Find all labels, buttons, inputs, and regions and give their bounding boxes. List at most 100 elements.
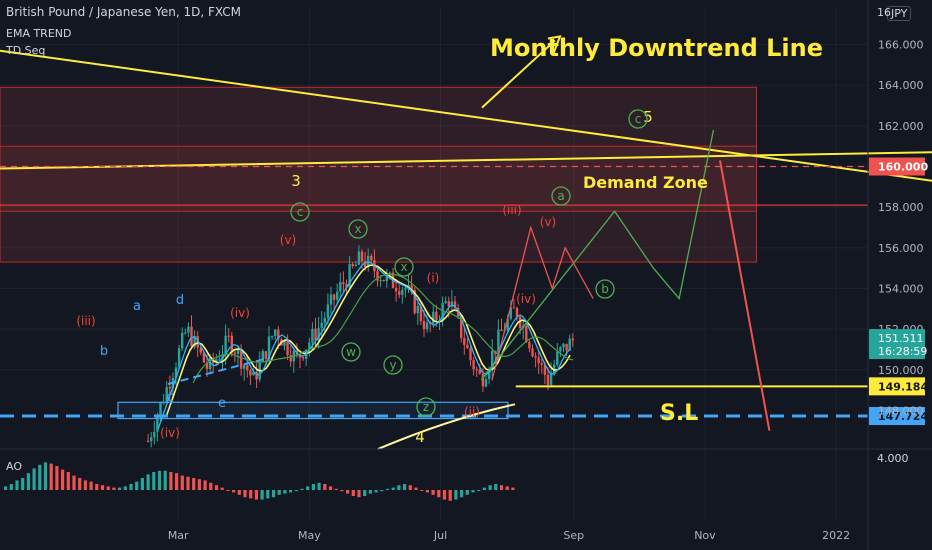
x-tick-label: Jul: [433, 529, 447, 542]
ao-bar: [72, 475, 76, 490]
ao-bar: [499, 485, 504, 490]
price-label-partial: 148.000: [878, 404, 924, 417]
candle-body: [466, 344, 469, 349]
candle-body: [354, 264, 357, 267]
candle-body: [534, 356, 537, 358]
ao-bar: [323, 484, 327, 490]
wave-label: z: [423, 400, 429, 414]
candle-body: [190, 326, 193, 347]
ao-bar: [425, 490, 429, 493]
wave-label: x: [354, 222, 361, 236]
ao-bar: [49, 463, 53, 490]
ao-bar: [55, 466, 59, 490]
wave-label: d: [176, 293, 184, 308]
ao-bar: [135, 481, 139, 490]
ao-bar: [4, 486, 8, 490]
wave-label: (iv): [160, 426, 180, 440]
ao-bar: [311, 484, 315, 490]
ao-bar: [15, 480, 19, 490]
ao-bar: [95, 484, 99, 490]
ao-bar: [26, 473, 30, 490]
chart-stage[interactable]: Monthly Downtrend Line Demand Zone S.L 3 4 5 (…: [0, 0, 932, 550]
candle-body: [274, 329, 277, 336]
ao-bar: [482, 487, 486, 490]
ao-bar: [260, 490, 264, 500]
wave-label: w: [346, 345, 356, 359]
monthly-downtrend-label: Monthly Downtrend Line: [490, 34, 823, 62]
candle-body: [370, 255, 373, 261]
candle-body: [339, 282, 342, 292]
wave-label: e: [218, 396, 226, 411]
ao-bar: [237, 490, 241, 495]
candle-body: [540, 363, 543, 365]
ao-bar: [277, 490, 281, 495]
candle-body: [379, 279, 382, 281]
wave-label: (v): [540, 215, 556, 229]
ao-bar: [226, 490, 230, 491]
ao-bar: [21, 478, 25, 490]
ao-bar: [351, 490, 355, 496]
wave-label: a: [557, 189, 564, 203]
x-tick-label: Sep: [563, 529, 584, 542]
candle-body: [475, 369, 478, 371]
candle-body: [382, 279, 385, 281]
candle-body: [463, 338, 466, 345]
ao-bar: [357, 490, 361, 498]
x-tick-label: May: [298, 529, 321, 542]
demand-zone-label: Demand Zone: [583, 173, 708, 192]
y-tick-label: 154.000: [878, 282, 924, 295]
candle-body: [146, 440, 150, 442]
ao-bar: [192, 478, 196, 490]
ao-bar: [505, 486, 509, 490]
ao-bar: [61, 469, 65, 490]
ao-bar: [283, 490, 287, 494]
ao-bar: [9, 484, 13, 490]
ao-bar: [43, 462, 48, 490]
ao-bar: [340, 490, 344, 492]
ao-bar: [346, 490, 350, 494]
x-tick-label: Mar: [168, 529, 189, 542]
ao-bar: [232, 490, 236, 493]
candle-body: [320, 322, 323, 328]
candle-body: [243, 365, 246, 369]
ao-bar: [431, 490, 435, 495]
candle-body: [181, 332, 184, 349]
ao-bar: [294, 490, 298, 492]
ao-bar: [83, 480, 87, 490]
ao-bar: [437, 490, 441, 498]
candle-body: [360, 251, 364, 262]
ao-bar: [175, 473, 179, 490]
wave-label: b: [601, 282, 609, 296]
y-tick-label: 166.000: [878, 39, 924, 52]
candle-body: [230, 335, 233, 353]
ao-bar: [477, 490, 481, 491]
price-label-160: 160.000: [878, 161, 928, 174]
indicator-td-seq[interactable]: TD Seq: [6, 44, 45, 57]
blue-box: [117, 401, 509, 420]
candle-body: [512, 307, 516, 309]
candle-body: [336, 291, 339, 300]
candle-body: [484, 379, 488, 387]
ao-bar: [454, 490, 458, 500]
candle-body: [286, 340, 289, 356]
ao-bar: [385, 488, 390, 490]
price-chart[interactable]: Monthly Downtrend Line Demand Zone S.L 3 4 5 (…: [0, 0, 932, 550]
candle-body: [469, 348, 472, 361]
wave-label: b: [100, 344, 108, 359]
x-tick-label: Nov: [694, 529, 716, 542]
candle-body: [472, 360, 475, 370]
candle-body: [314, 328, 317, 341]
candle-body: [289, 355, 292, 362]
candle-body: [444, 301, 447, 303]
top-partial-price: 16: [877, 6, 891, 19]
candle-body: [537, 357, 540, 364]
ao-bar: [66, 472, 70, 490]
candle-body: [422, 321, 426, 330]
wave-label: 3: [291, 172, 301, 190]
candle-body: [416, 306, 419, 314]
candle-body: [398, 291, 401, 295]
ao-bar: [209, 482, 213, 490]
indicator-ema-trend[interactable]: EMA TREND: [6, 27, 71, 40]
ao-bar: [471, 490, 475, 493]
last-price-label: 151.511: [878, 332, 924, 345]
